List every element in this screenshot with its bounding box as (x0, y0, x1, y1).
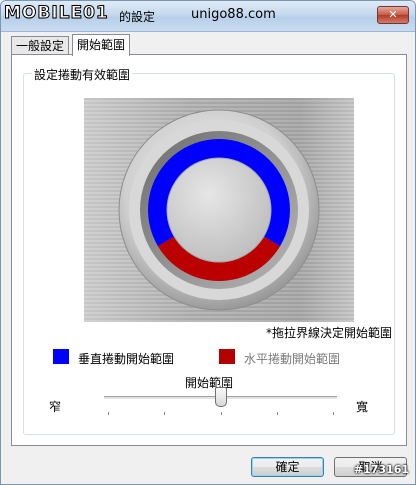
title-bar: MOBILE01 的設定 unigo88.com ✕ (1, 1, 415, 32)
settings-window: MOBILE01 的設定 unigo88.com ✕ 一般設定 開始範圍 設定捲… (0, 0, 416, 485)
scroll-range-group: 設定捲動有效範圍 *拖拉界線決定開始範圍 垂直捲動開始範圍 水平捲動開始範圍 開… (23, 66, 395, 435)
slider-tick (108, 412, 109, 415)
slider-tick (276, 412, 278, 415)
range-preview[interactable] (84, 98, 354, 322)
legend-swatch-horizontal (219, 349, 235, 364)
slider-tick (220, 412, 222, 415)
slider-title: 開始範圍 (184, 376, 233, 390)
window-title: 的設定 (119, 10, 156, 24)
slider-tick (333, 412, 334, 415)
range-ring-graphic (118, 109, 320, 311)
slider-max-label: 寬 (356, 400, 369, 414)
logo: MOBILE01 (4, 3, 109, 24)
legend-label-vertical: 垂直捲動開始範圍 (78, 352, 175, 366)
ok-button[interactable]: 確定 (251, 457, 324, 477)
tab-general[interactable]: 一般設定 (11, 36, 70, 55)
slider-min-label: 窄 (49, 400, 62, 414)
corner-watermark: #173161 (353, 463, 409, 476)
drag-hint: *拖拉界線決定開始範圍 (265, 326, 392, 340)
close-icon: ✕ (388, 8, 398, 21)
close-button[interactable]: ✕ (377, 6, 409, 24)
tab-start-range[interactable]: 開始範圍 (72, 34, 131, 56)
slider-tick (164, 412, 166, 415)
legend-label-horizontal: 水平捲動開始範圍 (244, 352, 341, 366)
watermark-text: unigo88.com (191, 7, 276, 22)
tab-panel: 設定捲動有效範圍 *拖拉界線決定開始範圍 垂直捲動開始範圍 水平捲動開始範圍 開… (11, 54, 407, 446)
range-slider-thumb[interactable] (214, 387, 227, 407)
group-label: 設定捲動有效範圍 (32, 66, 133, 83)
legend-swatch-vertical (53, 349, 69, 364)
